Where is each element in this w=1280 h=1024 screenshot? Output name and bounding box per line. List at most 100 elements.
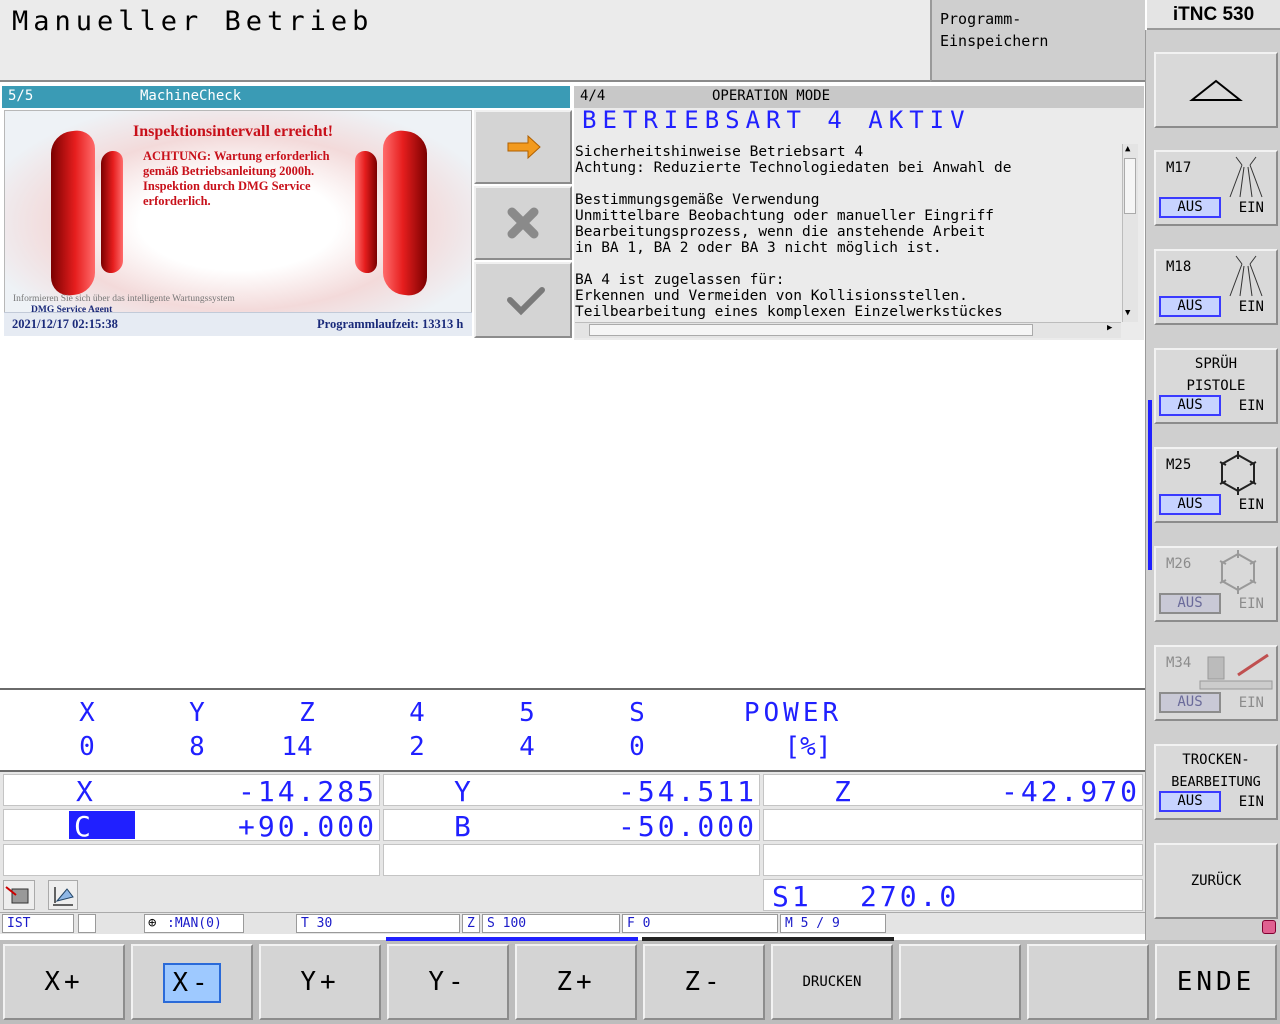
dry-machining-toggle[interactable]: TROCKEN- BEARBEITUNG AUS EIN [1154, 744, 1278, 820]
axis-value-y: -54.511 [617, 775, 757, 808]
horizontal-scrollbar[interactable]: ▶ [575, 322, 1121, 338]
scroll-down-arrow-icon[interactable]: ▼ [1125, 308, 1130, 318]
m25-ein[interactable]: EIN [1239, 497, 1264, 513]
m25-toggle[interactable]: M25 AUS EIN [1154, 447, 1278, 523]
spray-ein[interactable]: EIN [1239, 398, 1264, 414]
machinecheck-footer: 2021/12/17 02:15:38 Programmlaufzeit: 13… [4, 312, 472, 336]
feed-status: F 0 [622, 914, 778, 933]
machinecheck-runtime: Programmlaufzeit: 13313 h [317, 317, 464, 331]
ring-graphic-left-outer [51, 128, 95, 298]
m34-ein[interactable]: EIN [1239, 695, 1264, 711]
m18-label: M18 [1166, 259, 1192, 275]
position-x: X -14.285 [3, 774, 380, 808]
m26-ein[interactable]: EIN [1239, 596, 1264, 612]
machinecheck-panel: Inspektionsintervall erreicht! ACHTUNG: … [4, 110, 472, 336]
scroll-thumb[interactable] [1124, 158, 1136, 214]
position-empty [383, 844, 760, 876]
message-line: Inspektion durch DMG Service [143, 179, 311, 193]
forward-button[interactable] [474, 110, 572, 184]
spray-gun-toggle[interactable]: SPRÜH PISTOLE AUS EIN [1154, 348, 1278, 424]
program-mode-box: Programm- Einspeichern [930, 0, 1145, 82]
dry-aus[interactable]: AUS [1159, 791, 1221, 812]
close-icon [507, 207, 539, 239]
axis-label-x: X [76, 775, 96, 808]
m18-ein[interactable]: EIN [1239, 299, 1264, 315]
empty-softkey[interactable] [1027, 944, 1149, 1020]
load-value-4: 2 [409, 732, 425, 762]
axis-value-z: -42.970 [1000, 775, 1140, 808]
mode-title: Manueller Betrieb [12, 6, 374, 37]
machinecheck-title: MachineCheck [140, 88, 242, 104]
m17-aus[interactable]: AUS [1159, 197, 1221, 218]
scroll-right-arrow-icon[interactable]: ▶ [1107, 323, 1112, 333]
m17-label: M17 [1166, 160, 1192, 176]
dry-ein[interactable]: EIN [1239, 794, 1264, 810]
separator [0, 688, 1145, 690]
m17-ein[interactable]: EIN [1239, 200, 1264, 216]
vertical-scrollbar[interactable]: ▲ ▼ [1122, 144, 1138, 322]
back-label: ZURÜCK [1190, 873, 1242, 889]
operation-mode-page: 4/4 [580, 88, 606, 104]
softkey-row-indicator [386, 937, 638, 941]
crosshair-icon: ⊕ [148, 915, 157, 931]
scroll-up-arrow-icon[interactable]: ▲ [1125, 144, 1130, 154]
end-button[interactable]: ENDE [1155, 944, 1277, 1020]
jog-x-minus-label: X- [163, 962, 221, 1003]
machinecheck-timestamp: 2021/12/17 02:15:38 [12, 317, 118, 331]
dismiss-button[interactable] [474, 186, 572, 260]
axis-value-c: +90.000 [237, 810, 377, 843]
coolant-icon [1229, 255, 1263, 297]
m18-toggle[interactable]: M18 AUS EIN [1154, 249, 1278, 325]
scroll-up-button[interactable] [1154, 52, 1278, 128]
m26-label: M26 [1166, 556, 1192, 572]
operation-mode-banner: BETRIEBSART 4 AKTIV [582, 106, 971, 134]
jog-z-plus-button[interactable]: Z+ [515, 944, 637, 1020]
jog-y-minus-button[interactable]: Y- [387, 944, 509, 1020]
m25-label: M25 [1166, 457, 1192, 473]
ring-graphic-left-inner [101, 149, 123, 275]
m34-toggle[interactable]: M34 AUS EIN [1154, 645, 1278, 721]
m25-aus[interactable]: AUS [1159, 494, 1221, 515]
confirm-button[interactable] [474, 262, 572, 338]
load-header-5: 5 [519, 698, 535, 728]
axis-value-x: -14.285 [237, 775, 377, 808]
axis-label-b: B [454, 810, 474, 843]
checkmark-icon [507, 287, 545, 316]
axis-label-y: Y [454, 775, 474, 808]
tilt-plane-icon [48, 880, 78, 910]
tool-axis: Z [462, 914, 480, 933]
tool-status: T 30 [296, 914, 460, 933]
spindle-label: S1 [772, 880, 812, 913]
load-header-power: POWER [743, 698, 843, 728]
position-z: Z -42.970 [763, 774, 1143, 808]
position-empty [763, 844, 1143, 876]
position-empty [763, 809, 1143, 841]
coolant-ring-icon [1219, 550, 1257, 594]
brand-label: iTNC 530 [1147, 0, 1280, 30]
datum-label: :MAN(0) [167, 916, 222, 931]
status-led-icon [1262, 920, 1276, 934]
spray-aus[interactable]: AUS [1159, 395, 1221, 416]
empty-softkey[interactable] [899, 944, 1021, 1020]
safety-notes-text: Sicherheitshinweise Betriebsart 4 Achtun… [575, 144, 1121, 322]
triangle-up-icon [1189, 79, 1243, 101]
load-header-x: X [79, 698, 95, 728]
m34-aus[interactable]: AUS [1159, 692, 1221, 713]
inspection-headline: Inspektionsintervall erreicht! [133, 123, 334, 140]
jog-y-plus-button[interactable]: Y+ [259, 944, 381, 1020]
m17-toggle[interactable]: M17 AUS EIN [1154, 150, 1278, 226]
m18-aus[interactable]: AUS [1159, 296, 1221, 317]
header-bar: Manueller Betrieb [0, 0, 930, 82]
jog-z-minus-button[interactable]: Z- [643, 944, 765, 1020]
m26-toggle[interactable]: M26 AUS EIN [1154, 546, 1278, 622]
m26-aus[interactable]: AUS [1159, 593, 1221, 614]
axis-value-b: -50.000 [617, 810, 757, 843]
load-value-s: 0 [629, 732, 645, 762]
jog-x-plus-button[interactable]: X+ [3, 944, 125, 1020]
scroll-thumb[interactable] [589, 324, 1033, 336]
load-value-power: [%] [784, 732, 832, 762]
back-button[interactable]: ZURÜCK [1154, 843, 1278, 919]
softkey-scroll-indicator [1148, 400, 1152, 570]
print-button[interactable]: DRUCKEN [771, 944, 893, 1020]
jog-x-minus-button[interactable]: X- [131, 944, 253, 1020]
